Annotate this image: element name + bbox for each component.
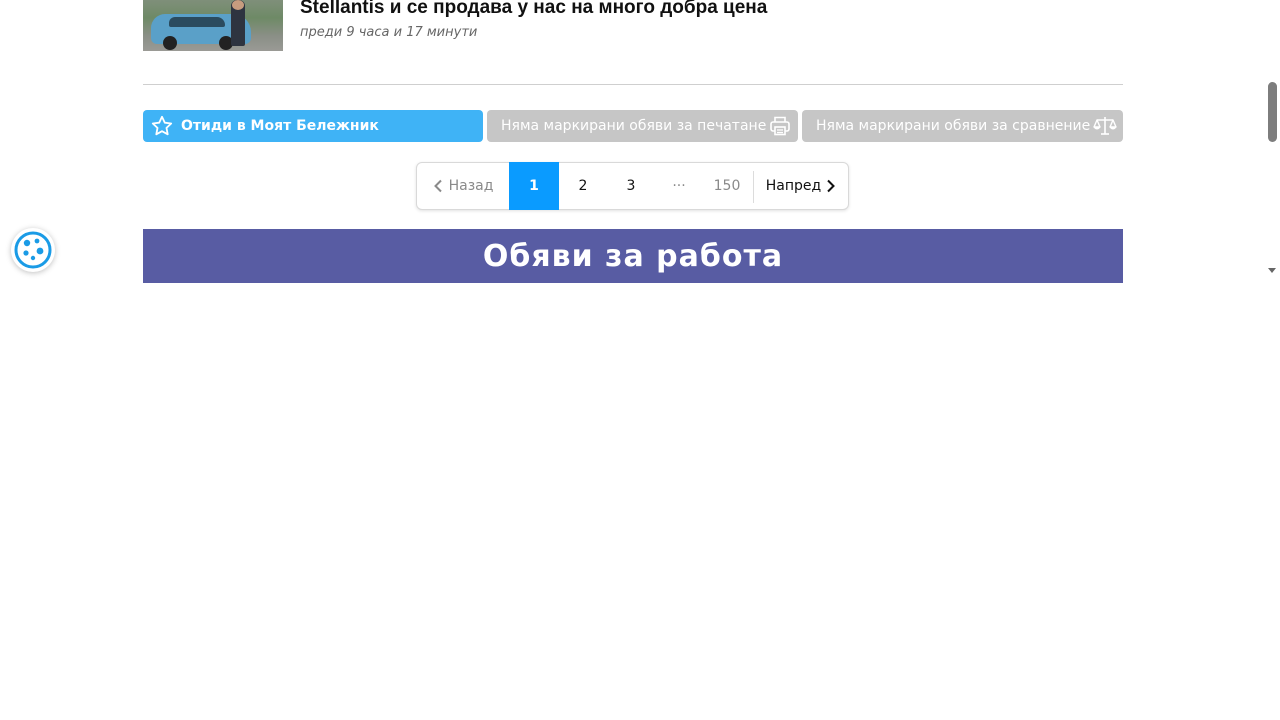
pagination-prev-button[interactable]: Назад (417, 163, 509, 209)
scrollbar-thumb[interactable] (1268, 82, 1277, 142)
chevron-left-icon (433, 179, 442, 193)
jobs-section-title: Обяви за работа (482, 238, 784, 274)
pagination-page-last[interactable]: 150 (703, 163, 751, 209)
pagination-prev-label: Назад (448, 178, 494, 194)
scroll-down-arrow-icon[interactable] (1268, 268, 1276, 273)
print-marked-label: Няма маркирани обяви за печатане (501, 118, 767, 134)
jobs-section-banner[interactable]: Обяви за работа (143, 229, 1123, 283)
go-to-notebook-label: Отиди в Моят Бележник (181, 118, 379, 134)
compare-marked-label: Няма маркирани обяви за сравнение (816, 118, 1091, 134)
page-scrollbar[interactable] (1265, 0, 1280, 282)
star-outline-icon (151, 115, 173, 136)
pagination-next-button[interactable]: Напред (754, 163, 848, 209)
scales-icon (1093, 117, 1117, 135)
pagination-next-label: Напред (765, 178, 822, 194)
print-marked-button[interactable]: Няма маркирани обяви за печатане (487, 110, 798, 142)
pagination: Назад 1 2 3 ··· 150 Напред (416, 162, 849, 210)
pagination-ellipsis: ··· (672, 178, 686, 194)
printer-icon (770, 116, 790, 136)
pagination-page-1[interactable]: 1 (509, 162, 559, 210)
car-window-shape (169, 17, 225, 27)
chevron-right-icon (827, 179, 836, 193)
cookie-settings-button[interactable] (11, 228, 55, 272)
car-wheel-shape (163, 36, 177, 50)
person-head-shape (232, 0, 244, 10)
divider (143, 84, 1123, 85)
news-thumbnail[interactable] (143, 0, 283, 51)
cookie-icon (14, 231, 52, 269)
pagination-page-2[interactable]: 2 (559, 163, 607, 209)
news-list-item[interactable]: Stellantis и се продава у нас на много д… (143, 0, 1123, 52)
pagination-page-3[interactable]: 3 (607, 163, 655, 209)
compare-marked-button[interactable]: Няма маркирани обяви за сравнение (802, 110, 1123, 142)
go-to-notebook-button[interactable]: Отиди в Моят Бележник (143, 110, 483, 142)
news-timestamp: преди 9 часа и 17 минути (300, 25, 478, 40)
news-title[interactable]: Stellantis и се продава у нас на много д… (300, 0, 767, 19)
